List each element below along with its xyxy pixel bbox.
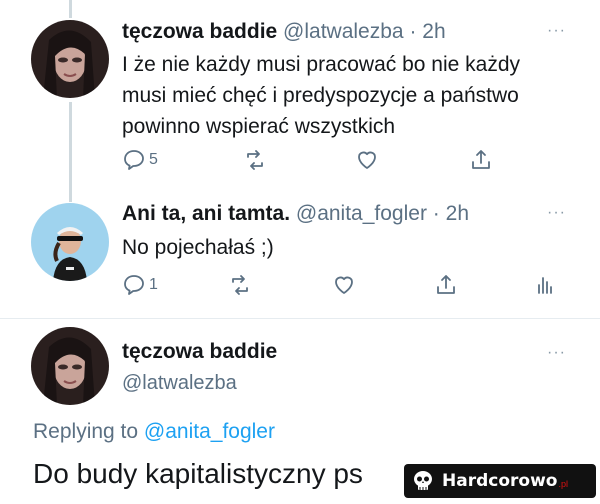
tweet-text-line: I że nie każdy musi pracować bo nie każd… [122, 53, 521, 76]
tweet-actions: 1 [0, 273, 600, 303]
more-icon[interactable]: ··· [547, 344, 566, 362]
display-name[interactable]: Ani ta, ani tamta. [122, 202, 290, 225]
handle[interactable]: @latwalezba [283, 20, 404, 43]
separator: · [432, 202, 440, 225]
display-name[interactable]: tęczowa baddie [122, 340, 277, 364]
avatar[interactable] [31, 20, 109, 98]
analytics-icon [538, 277, 552, 294]
retweet-button[interactable] [243, 148, 267, 172]
handle[interactable]: @latwalezba [122, 372, 237, 395]
tweet-2[interactable]: Ani ta, ani tamta. @anita_fogler · 2h ··… [0, 190, 600, 310]
tweet-header: tęczowa baddie @latwalezba · 2h [122, 20, 446, 44]
tweet-text-line: musi mieć chęć i predyspozycje a państwo [122, 84, 519, 107]
more-icon[interactable]: ··· [547, 22, 566, 40]
retweet-icon [232, 275, 248, 295]
replying-to: Replying to @anita_fogler [33, 420, 275, 444]
timestamp[interactable]: 2h [422, 20, 445, 43]
tweet-actions: 5 [0, 148, 600, 178]
watermark: Hardcorowo .pl [404, 464, 596, 498]
share-icon [437, 275, 455, 294]
reply-icon [124, 150, 144, 170]
share-icon [472, 150, 490, 169]
skull-icon [414, 471, 432, 490]
mention-link[interactable]: @anita_fogler [144, 420, 275, 443]
share-button[interactable] [434, 273, 458, 297]
watermark-brand: Hardcorowo [442, 471, 558, 491]
like-button[interactable] [332, 273, 356, 297]
retweet-icon [247, 150, 263, 170]
tweet-text-line: powinno wspierać wszystkich [122, 115, 396, 138]
divider [0, 318, 600, 319]
display-name[interactable]: tęczowa baddie [122, 20, 277, 43]
like-icon [335, 276, 353, 294]
replying-prefix: Replying to [33, 420, 139, 443]
tweet-1[interactable]: tęczowa baddie @latwalezba · 2h ··· I że… [0, 0, 600, 190]
tweet-header: Ani ta, ani tamta. @anita_fogler · 2h [122, 202, 469, 226]
tweet-text: I że nie każdy musi pracować bo nie każd… [122, 49, 520, 142]
tweet-text: No pojechałaś ;) [122, 236, 274, 259]
handle[interactable]: @anita_fogler [296, 202, 427, 225]
more-icon[interactable]: ··· [547, 204, 566, 222]
timestamp[interactable]: 2h [446, 202, 469, 225]
reply-count: 1 [149, 276, 158, 293]
watermark-suffix: .pl [558, 479, 568, 489]
avatar[interactable] [31, 327, 109, 405]
like-button[interactable] [355, 148, 379, 172]
like-icon [358, 151, 376, 169]
reply-button[interactable]: 1 [122, 273, 158, 297]
reply-button[interactable]: 5 [122, 148, 158, 172]
reply-count: 5 [149, 151, 158, 168]
separator: · [409, 20, 417, 43]
reply-icon [124, 275, 144, 295]
retweet-button[interactable] [228, 273, 252, 297]
avatar[interactable] [31, 203, 109, 281]
share-button[interactable] [469, 148, 493, 172]
analytics-button[interactable] [533, 273, 557, 297]
main-tweet-text: Do budy kapitalistyczny ps [33, 458, 363, 489]
